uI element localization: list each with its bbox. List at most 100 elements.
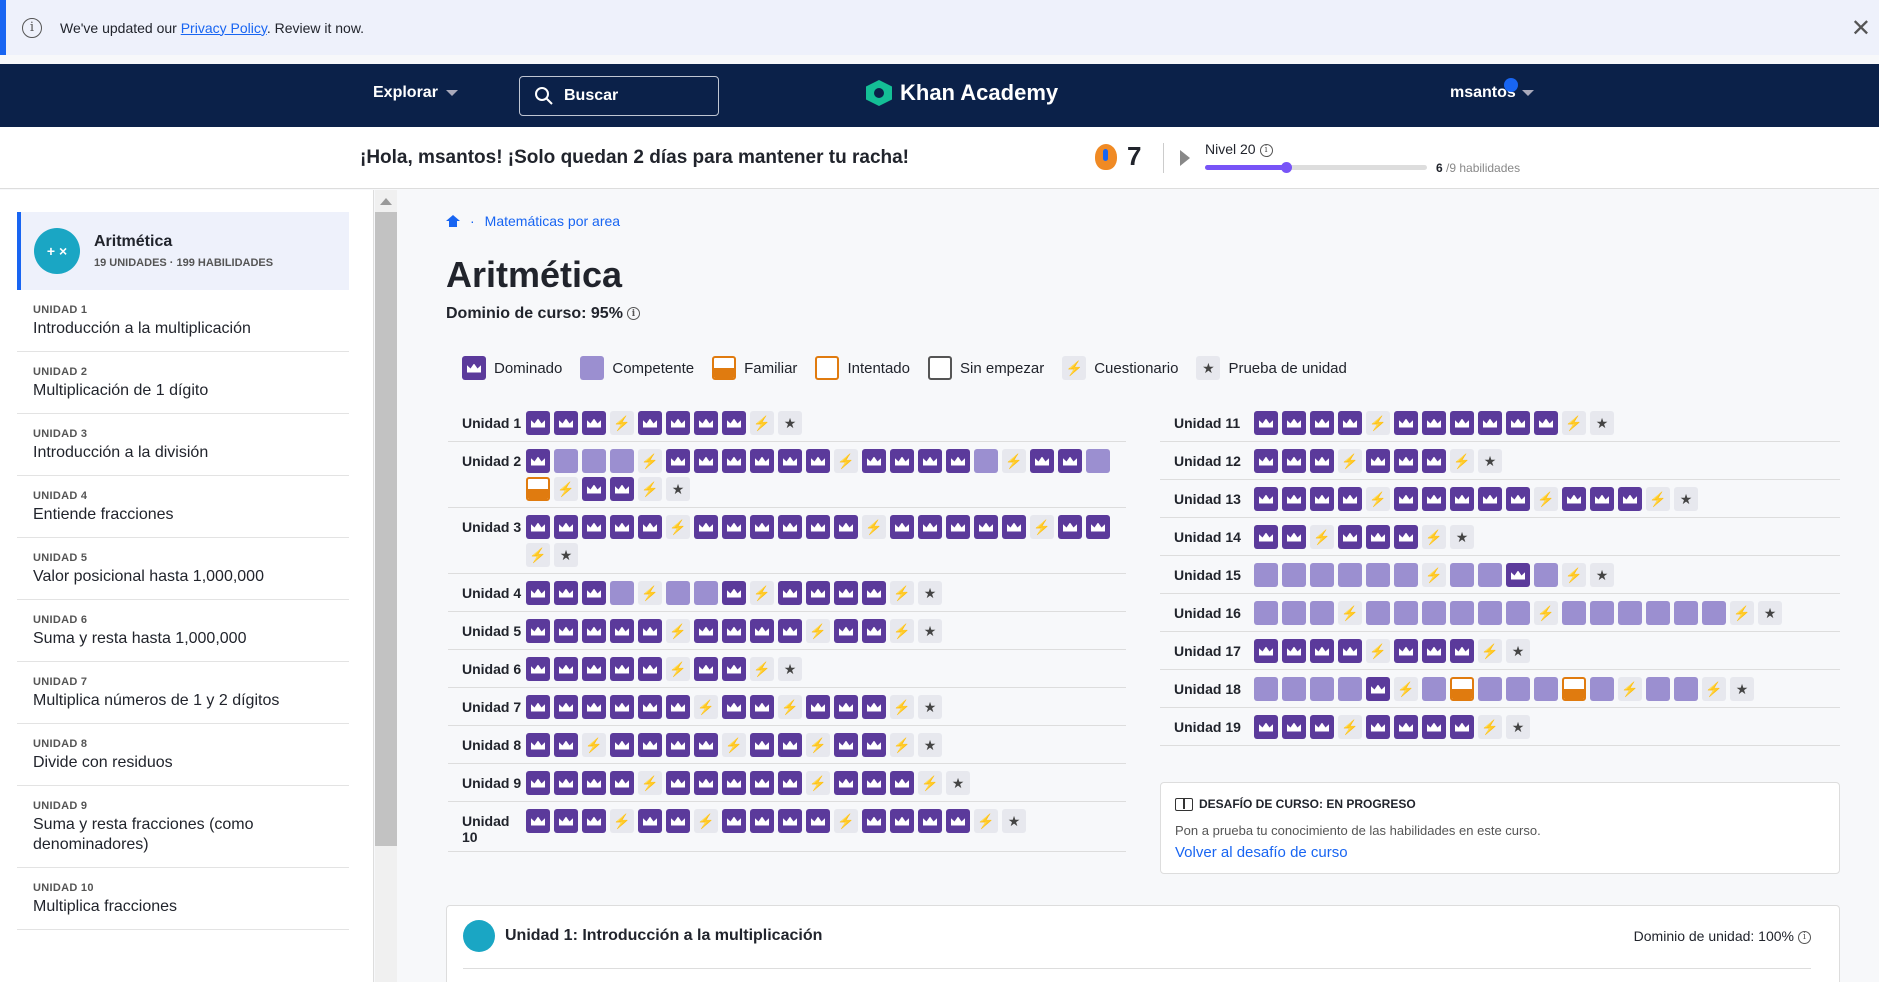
challenge-link[interactable]: Volver al desafío de curso	[1175, 844, 1825, 861]
unit-progress-label[interactable]: Unidad 18	[1160, 677, 1254, 701]
mastered-skill-icon[interactable]	[1478, 487, 1502, 511]
mastered-skill-icon[interactable]	[890, 809, 914, 833]
quiz-icon[interactable]: ⚡	[750, 581, 774, 605]
mastered-skill-icon[interactable]	[582, 581, 606, 605]
unit-test-icon[interactable]: ★	[554, 543, 578, 567]
proficient-skill-icon[interactable]	[1590, 677, 1614, 701]
proficient-skill-icon[interactable]	[1086, 449, 1110, 473]
mastered-skill-icon[interactable]	[554, 733, 578, 757]
quiz-icon[interactable]: ⚡	[1366, 487, 1390, 511]
mastered-skill-icon[interactable]	[778, 809, 802, 833]
proficient-skill-icon[interactable]	[1478, 677, 1502, 701]
privacy-policy-link[interactable]: Privacy Policy	[181, 20, 267, 36]
quiz-icon[interactable]: ⚡	[1730, 601, 1754, 625]
mastered-skill-icon[interactable]	[526, 619, 550, 643]
mastered-skill-icon[interactable]	[1058, 449, 1082, 473]
mastered-skill-icon[interactable]	[1394, 639, 1418, 663]
proficient-skill-icon[interactable]	[1282, 563, 1306, 587]
mastered-skill-icon[interactable]	[806, 581, 830, 605]
mastered-skill-icon[interactable]	[610, 771, 634, 795]
mastered-skill-icon[interactable]	[610, 477, 634, 501]
mastered-skill-icon[interactable]	[750, 449, 774, 473]
quiz-icon[interactable]: ⚡	[1618, 677, 1642, 701]
explore-menu[interactable]: Explorar	[373, 84, 458, 102]
mastered-skill-icon[interactable]	[918, 515, 942, 539]
quiz-icon[interactable]: ⚡	[974, 809, 998, 833]
mastered-skill-icon[interactable]	[834, 695, 858, 719]
quiz-icon[interactable]: ⚡	[694, 695, 718, 719]
sidebar-unit-item[interactable]: UNIDAD 1 Introducción a la multiplicación	[17, 290, 349, 352]
sidebar-unit-item[interactable]: UNIDAD 10 Multiplica fracciones	[17, 868, 349, 930]
mastered-skill-icon[interactable]	[694, 411, 718, 435]
mastered-skill-icon[interactable]	[526, 695, 550, 719]
mastered-skill-icon[interactable]	[666, 733, 690, 757]
mastered-skill-icon[interactable]	[1366, 525, 1390, 549]
unit-test-icon[interactable]: ★	[1674, 487, 1698, 511]
quiz-icon[interactable]: ⚡	[1310, 525, 1334, 549]
mastered-skill-icon[interactable]	[722, 449, 746, 473]
mastered-skill-icon[interactable]	[554, 581, 578, 605]
close-icon[interactable]: ✕	[1851, 14, 1871, 43]
mastered-skill-icon[interactable]	[862, 771, 886, 795]
mastered-skill-icon[interactable]	[722, 411, 746, 435]
proficient-skill-icon[interactable]	[1478, 601, 1502, 625]
mastered-skill-icon[interactable]	[778, 619, 802, 643]
proficient-skill-icon[interactable]	[1590, 601, 1614, 625]
mastered-skill-icon[interactable]	[1450, 411, 1474, 435]
mastered-skill-icon[interactable]	[1310, 639, 1334, 663]
unit-progress-label[interactable]: Unidad 8	[448, 733, 526, 757]
mastered-skill-icon[interactable]	[694, 515, 718, 539]
mastered-skill-icon[interactable]	[1422, 449, 1446, 473]
mastered-skill-icon[interactable]	[666, 809, 690, 833]
mastered-skill-icon[interactable]	[638, 411, 662, 435]
mastered-skill-icon[interactable]	[1310, 449, 1334, 473]
unit-progress-label[interactable]: Unidad 10	[448, 809, 526, 845]
mastered-skill-icon[interactable]	[834, 515, 858, 539]
mastered-skill-icon[interactable]	[834, 771, 858, 795]
proficient-skill-icon[interactable]	[1534, 563, 1558, 587]
mastered-skill-icon[interactable]	[582, 619, 606, 643]
proficient-skill-icon[interactable]	[1422, 601, 1446, 625]
mastered-skill-icon[interactable]	[1338, 525, 1362, 549]
mastered-skill-icon[interactable]	[1422, 639, 1446, 663]
mastered-skill-icon[interactable]	[554, 619, 578, 643]
proficient-skill-icon[interactable]	[666, 581, 690, 605]
proficient-skill-icon[interactable]	[1254, 563, 1278, 587]
mastered-skill-icon[interactable]	[666, 411, 690, 435]
proficient-skill-icon[interactable]	[1618, 601, 1642, 625]
mastered-skill-icon[interactable]	[862, 809, 886, 833]
quiz-icon[interactable]: ⚡	[1422, 525, 1446, 549]
course-card[interactable]: + × Aritmética 19 UNIDADES · 199 HABILID…	[17, 212, 349, 290]
mastered-skill-icon[interactable]	[1310, 715, 1334, 739]
proficient-skill-icon[interactable]	[1562, 601, 1586, 625]
quiz-icon[interactable]: ⚡	[666, 657, 690, 681]
mastered-skill-icon[interactable]	[834, 733, 858, 757]
mastered-skill-icon[interactable]	[1254, 525, 1278, 549]
mastered-skill-icon[interactable]	[750, 695, 774, 719]
proficient-skill-icon[interactable]	[1366, 563, 1390, 587]
proficient-skill-icon[interactable]	[1646, 677, 1670, 701]
mastered-skill-icon[interactable]	[806, 695, 830, 719]
quiz-icon[interactable]: ⚡	[554, 477, 578, 501]
proficient-skill-icon[interactable]	[1702, 601, 1726, 625]
sidebar-unit-item[interactable]: UNIDAD 6 Suma y resta hasta 1,000,000	[17, 600, 349, 662]
unit-progress-label[interactable]: Unidad 1	[448, 411, 526, 435]
mastered-skill-icon[interactable]	[946, 449, 970, 473]
quiz-icon[interactable]: ⚡	[638, 771, 662, 795]
unit-test-icon[interactable]: ★	[918, 695, 942, 719]
unit-test-icon[interactable]: ★	[1506, 639, 1530, 663]
unit-test-icon[interactable]: ★	[1506, 715, 1530, 739]
quiz-icon[interactable]: ⚡	[638, 477, 662, 501]
quiz-icon[interactable]: ⚡	[582, 733, 606, 757]
mastered-skill-icon[interactable]	[778, 771, 802, 795]
unit-progress-label[interactable]: Unidad 13	[1160, 487, 1254, 511]
mastered-skill-icon[interactable]	[750, 809, 774, 833]
mastered-skill-icon[interactable]	[554, 695, 578, 719]
quiz-icon[interactable]: ⚡	[1394, 677, 1418, 701]
mastered-skill-icon[interactable]	[862, 449, 886, 473]
sidebar-unit-item[interactable]: UNIDAD 5 Valor posicional hasta 1,000,000	[17, 538, 349, 600]
mastered-skill-icon[interactable]	[1282, 715, 1306, 739]
quiz-icon[interactable]: ⚡	[526, 543, 550, 567]
mastered-skill-icon[interactable]	[526, 657, 550, 681]
mastered-skill-icon[interactable]	[1562, 487, 1586, 511]
